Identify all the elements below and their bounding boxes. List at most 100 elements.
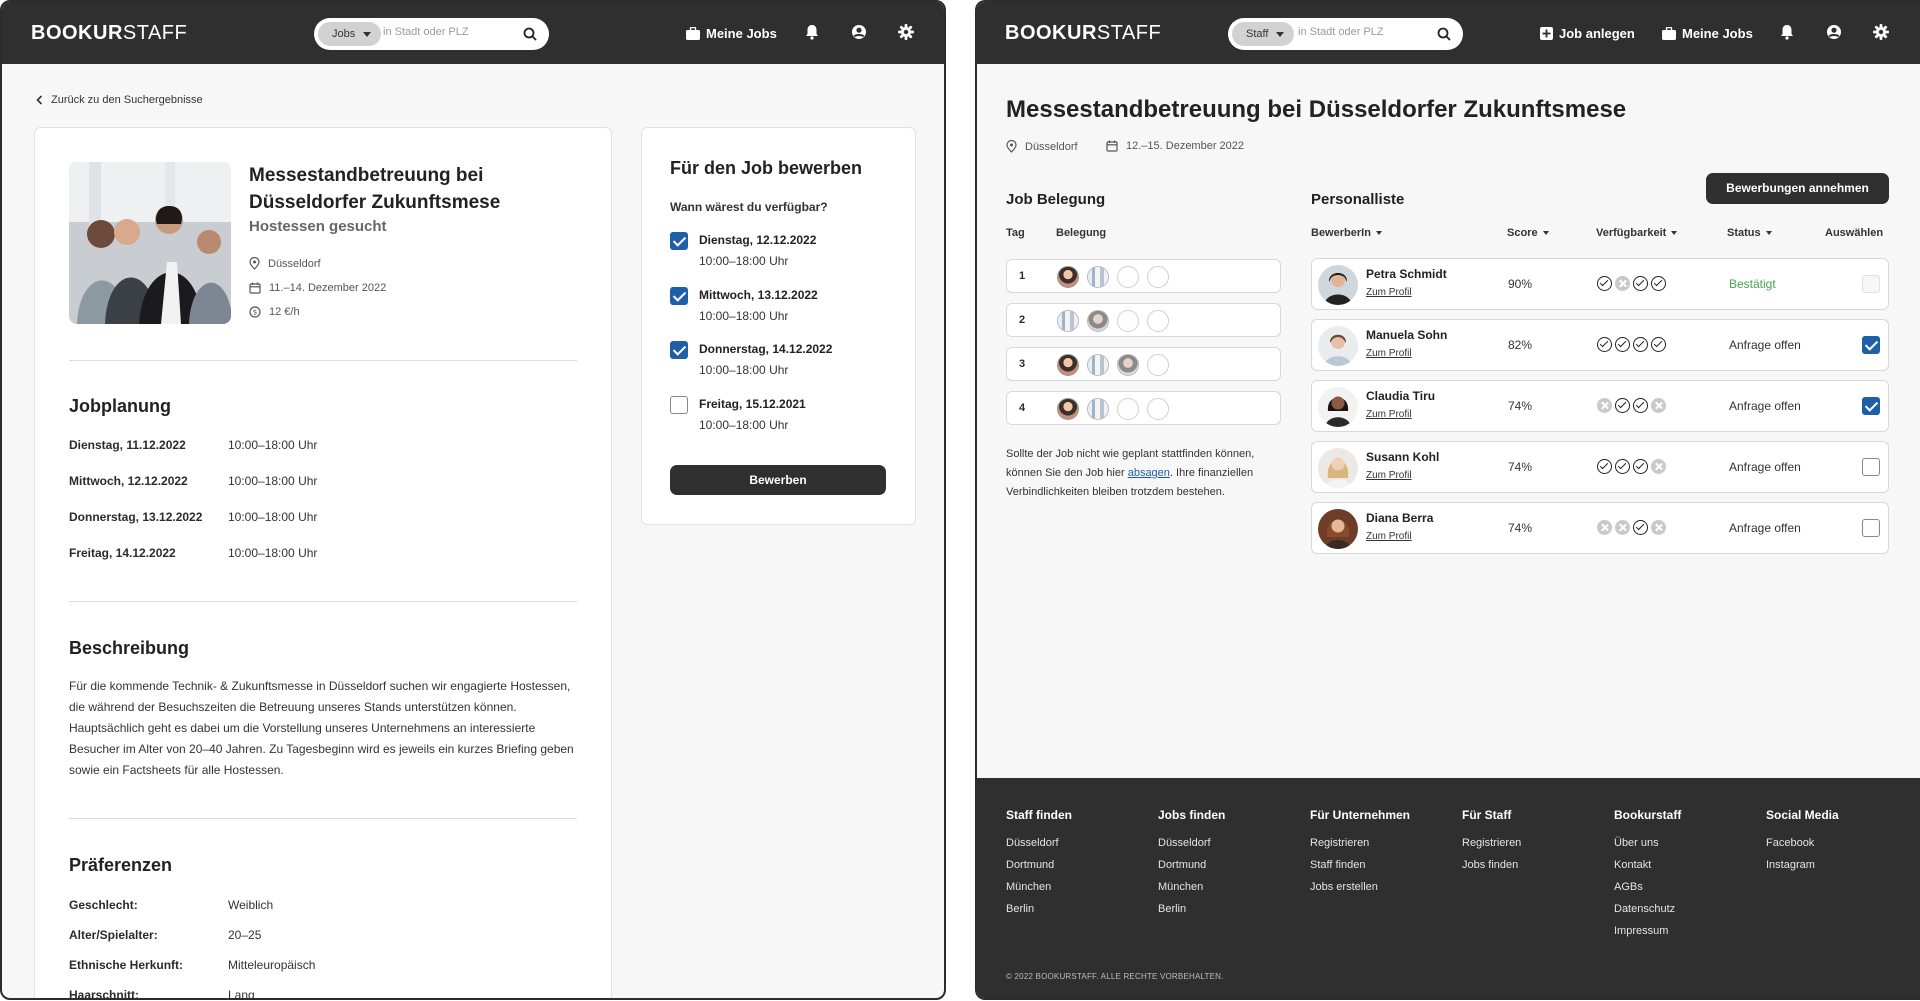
top-navigation-bar: BOOKURSTAFF Staff in Stadt oder PLZ Job … [977, 2, 1920, 64]
profile-link[interactable]: Zum Profil [1366, 348, 1412, 359]
footer-link[interactable]: Registrieren [1462, 832, 1521, 854]
footer-link[interactable]: München [1006, 876, 1072, 898]
brand-logo[interactable]: BOOKURSTAFF [31, 22, 187, 45]
status-badge: Anfrage offen [1729, 338, 1801, 352]
check-circle-icon [1597, 276, 1612, 291]
nav-my-jobs[interactable]: Meine Jobs [686, 26, 777, 41]
assigned-avatar[interactable] [1087, 310, 1109, 332]
calendar-icon [1106, 140, 1118, 152]
bell-icon[interactable] [1780, 24, 1794, 40]
pin-icon [249, 257, 260, 270]
footer-link[interactable]: Über uns [1614, 832, 1681, 854]
footer-link[interactable]: Düsseldorf [1006, 832, 1072, 854]
footer-link[interactable]: Jobs erstellen [1310, 876, 1410, 898]
col-assignment: Belegung [1056, 227, 1107, 239]
search-bar[interactable]: Jobs in Stadt oder PLZ [314, 18, 549, 50]
avatar[interactable] [1318, 265, 1358, 305]
search-icon[interactable] [523, 27, 537, 41]
search-category-dropdown[interactable]: Staff [1232, 22, 1295, 46]
assigned-avatar[interactable] [1057, 398, 1079, 420]
empty-slot[interactable] [1147, 398, 1169, 420]
check-circle-icon [1615, 398, 1630, 413]
checkbox-icon[interactable] [670, 232, 688, 250]
back-chevron-icon [36, 95, 43, 105]
coin-icon: $ [249, 306, 261, 318]
nav-my-jobs-label: Meine Jobs [706, 26, 777, 41]
footer-link[interactable]: Instagram [1766, 854, 1839, 876]
user-icon[interactable] [851, 24, 867, 40]
checkbox-icon[interactable] [1862, 458, 1880, 476]
assigned-avatar[interactable] [1057, 354, 1079, 376]
empty-slot[interactable] [1117, 310, 1139, 332]
col-score[interactable]: Score [1507, 227, 1549, 239]
job-location-text: Düsseldorf [268, 257, 321, 270]
gear-icon[interactable] [898, 24, 914, 40]
footer-link[interactable]: Dortmund [1006, 854, 1072, 876]
profile-link[interactable]: Zum Profil [1366, 470, 1412, 481]
assigned-avatar[interactable] [1087, 354, 1109, 376]
copyright: © 2022 BOOKURSTAFF. ALLE RECHTE VORBEHAL… [1006, 972, 1224, 981]
footer-link[interactable]: München [1158, 876, 1225, 898]
assigned-avatar[interactable] [1087, 398, 1109, 420]
footer-link[interactable]: Jobs finden [1462, 854, 1521, 876]
footer-link[interactable]: Datenschutz [1614, 898, 1681, 920]
checkbox-icon[interactable] [1862, 519, 1880, 537]
footer-link[interactable]: Staff finden [1310, 854, 1410, 876]
checkbox-icon[interactable] [1862, 336, 1880, 354]
search-icon[interactable] [1437, 27, 1451, 41]
profile-link[interactable]: Zum Profil [1366, 287, 1412, 298]
checkbox-icon[interactable] [670, 341, 688, 359]
col-applicant[interactable]: BewerberIn [1311, 227, 1382, 239]
col-status[interactable]: Status [1727, 227, 1772, 239]
checkbox-icon[interactable] [1862, 397, 1880, 415]
col-availability[interactable]: Verfügbarkeit [1596, 227, 1678, 239]
assigned-avatar[interactable] [1117, 354, 1139, 376]
profile-link[interactable]: Zum Profil [1366, 409, 1412, 420]
footer-link[interactable]: AGBs [1614, 876, 1681, 898]
accept-applications-button[interactable]: Bewerbungen annehmen [1706, 173, 1889, 204]
gear-icon[interactable] [1873, 24, 1889, 40]
empty-slot[interactable] [1147, 310, 1169, 332]
nav-create-job[interactable]: Job anlegen [1540, 26, 1635, 41]
brand-logo[interactable]: BOOKURSTAFF [1005, 22, 1161, 45]
empty-slot[interactable] [1147, 354, 1169, 376]
footer-link[interactable]: Registrieren [1310, 832, 1410, 854]
footer-link[interactable]: Dortmund [1158, 854, 1225, 876]
briefcase-icon [686, 27, 700, 40]
svg-text:$: $ [253, 309, 257, 317]
check-circle-icon [1633, 520, 1648, 535]
back-to-results-link[interactable]: Zurück zu den Suchergebnisse [36, 94, 203, 106]
footer-link[interactable]: Facebook [1766, 832, 1839, 854]
profile-link[interactable]: Zum Profil [1366, 531, 1412, 542]
availability-indicators [1597, 520, 1666, 535]
avatar[interactable] [1318, 448, 1358, 488]
avatar[interactable] [1318, 509, 1358, 549]
nav-my-jobs[interactable]: Meine Jobs [1662, 26, 1753, 41]
search-location-input[interactable]: in Stadt oder PLZ [383, 26, 469, 38]
checkbox-icon[interactable] [670, 396, 688, 414]
search-bar[interactable]: Staff in Stadt oder PLZ [1228, 18, 1463, 50]
footer-link[interactable]: Berlin [1158, 898, 1225, 920]
assigned-avatar[interactable] [1057, 266, 1079, 288]
avatar[interactable] [1318, 326, 1358, 366]
footer-link[interactable]: Düsseldorf [1158, 832, 1225, 854]
footer-link[interactable]: Kontakt [1614, 854, 1681, 876]
apply-button[interactable]: Bewerben [670, 465, 886, 495]
user-icon[interactable] [1826, 24, 1842, 40]
checkbox-icon[interactable] [670, 287, 688, 305]
empty-slot[interactable] [1117, 266, 1139, 288]
empty-slot[interactable] [1117, 398, 1139, 420]
cancel-job-link[interactable]: absagen [1128, 467, 1170, 479]
assigned-avatar[interactable] [1087, 266, 1109, 288]
footer-link[interactable]: Impressum [1614, 920, 1681, 942]
footer-link[interactable]: Berlin [1006, 898, 1072, 920]
caret-down-icon [1276, 32, 1285, 37]
cross-circle-icon [1651, 398, 1666, 413]
assigned-avatar[interactable] [1057, 310, 1079, 332]
search-category-dropdown[interactable]: Jobs [318, 22, 382, 46]
checkbox-icon[interactable] [1862, 275, 1880, 293]
bell-icon[interactable] [805, 24, 819, 40]
search-location-input[interactable]: in Stadt oder PLZ [1298, 26, 1384, 38]
avatar[interactable] [1318, 387, 1358, 427]
empty-slot[interactable] [1147, 266, 1169, 288]
